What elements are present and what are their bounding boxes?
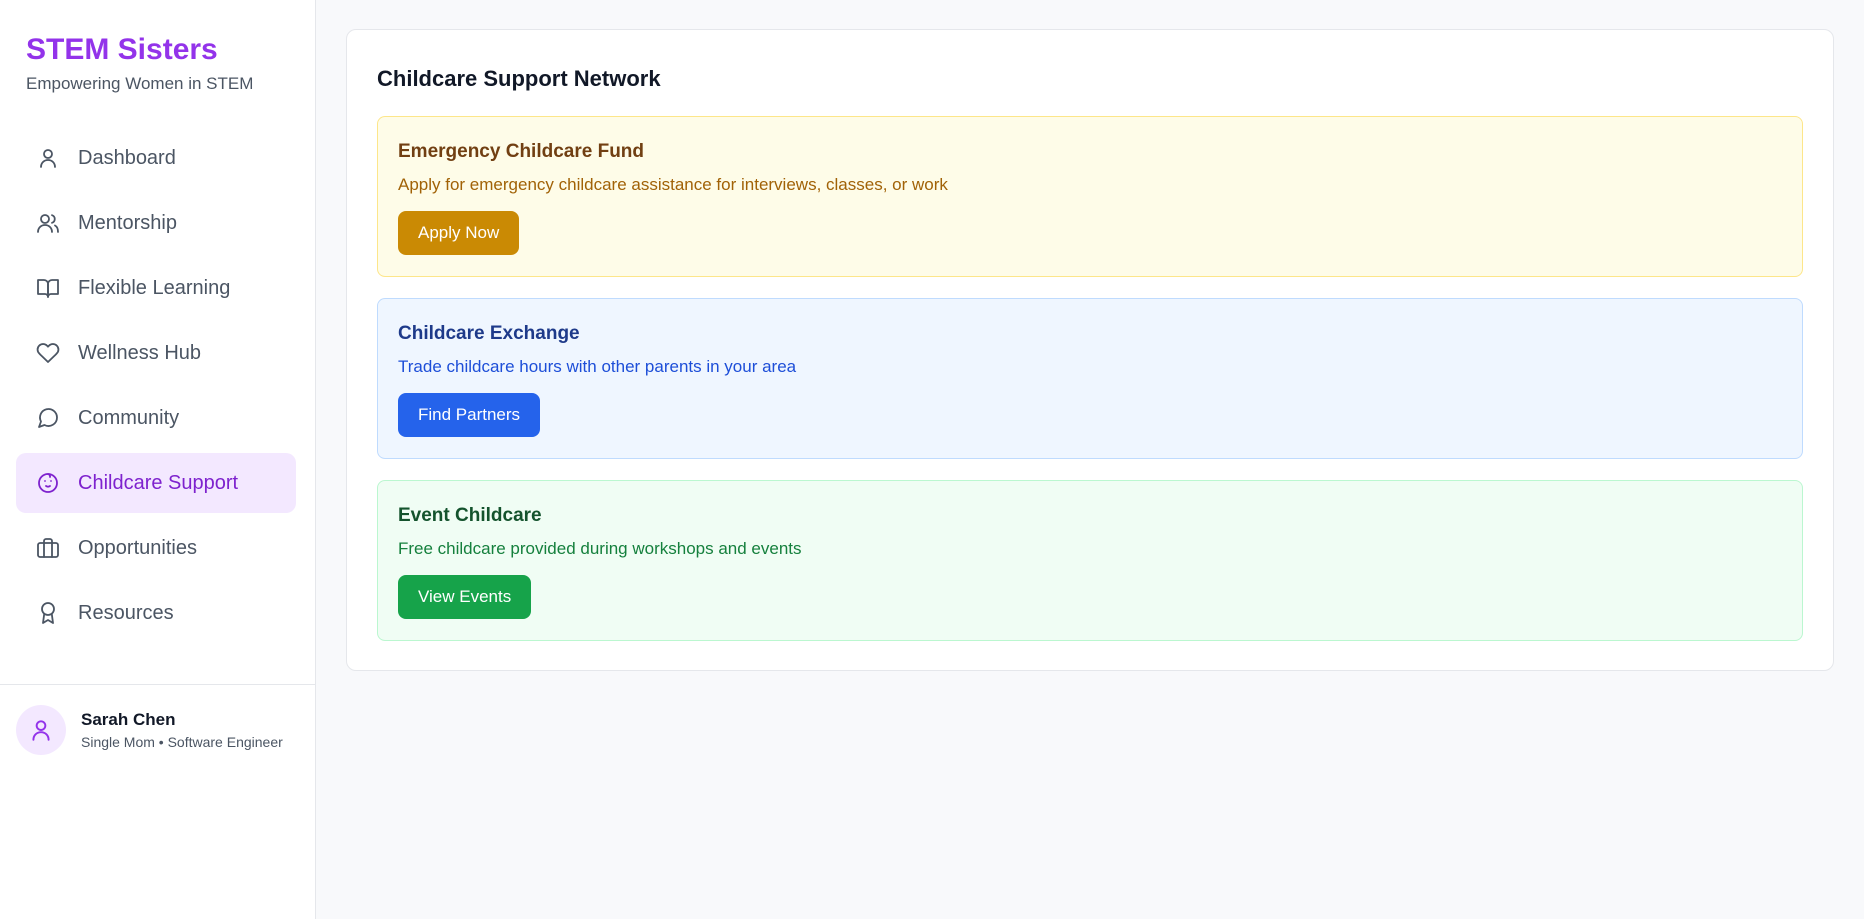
apply-now-button[interactable]: Apply Now (398, 211, 520, 255)
brand-title[interactable]: STEM Sisters (26, 32, 253, 68)
sidebar-item-label: Flexible Learning (78, 276, 231, 299)
emergency-childcare-fund-panel: Emergency Childcare Fund Apply for emerg… (377, 116, 1803, 277)
briefcase-icon (36, 536, 60, 560)
sidebar-item-resources[interactable]: Resources (16, 583, 296, 643)
page-title: Childcare Support Network (377, 66, 661, 91)
panel-title: Childcare Exchange (398, 323, 580, 344)
user-icon (32, 720, 50, 741)
book-open-icon (36, 276, 60, 300)
user-icon (36, 146, 60, 170)
sidebar-item-label: Opportunities (78, 536, 197, 559)
baby-icon (36, 471, 60, 495)
childcare-exchange-panel: Childcare Exchange Trade childcare hours… (377, 298, 1803, 459)
message-circle-icon (36, 406, 60, 430)
sidebar-item-label: Resources (78, 601, 174, 624)
profile-role: Single Mom • Software Engineer (81, 734, 283, 750)
avatar (16, 705, 66, 755)
sidebar-item-mentorship[interactable]: Mentorship (16, 193, 296, 253)
sidebar-item-label: Childcare Support (78, 471, 239, 494)
user-profile[interactable]: Sarah Chen Single Mom • Software Enginee… (0, 684, 316, 755)
sidebar-item-label: Mentorship (78, 211, 177, 234)
childcare-support-card: Childcare Support Network Emergency Chil… (346, 29, 1834, 671)
event-childcare-panel: Event Childcare Free childcare provided … (377, 480, 1803, 641)
panel-description: Free childcare provided during workshops… (398, 539, 802, 558)
sidebar-item-wellness-hub[interactable]: Wellness Hub (16, 323, 296, 383)
sidebar-item-flexible-learning[interactable]: Flexible Learning (16, 258, 296, 318)
panel-description: Apply for emergency childcare assistance… (398, 175, 948, 194)
heart-icon (36, 341, 60, 365)
panel-title: Event Childcare (398, 505, 542, 526)
brand: STEM Sisters Empowering Women in STEM (26, 32, 253, 94)
sidebar-item-opportunities[interactable]: Opportunities (16, 518, 296, 578)
sidebar-item-label: Community (78, 406, 180, 429)
sidebar-nav: Dashboard Mentorship Flexible Learning W… (16, 128, 296, 648)
sidebar-item-dashboard[interactable]: Dashboard (16, 128, 296, 188)
find-partners-button[interactable]: Find Partners (398, 393, 541, 437)
users-icon (36, 211, 60, 235)
view-events-button[interactable]: View Events (398, 575, 532, 619)
brand-subtitle: Empowering Women in STEM (26, 74, 254, 93)
award-icon (36, 601, 60, 625)
sidebar-item-community[interactable]: Community (16, 388, 296, 448)
sidebar-item-childcare-support[interactable]: Childcare Support (16, 453, 296, 513)
sidebar: STEM Sisters Empowering Women in STEM Da… (0, 0, 316, 919)
panel-title: Emergency Childcare Fund (398, 141, 645, 162)
sidebar-item-label: Dashboard (78, 146, 176, 169)
profile-name: Sarah Chen (81, 710, 176, 729)
panel-description: Trade childcare hours with other parents… (398, 357, 797, 376)
sidebar-item-label: Wellness Hub (78, 341, 202, 364)
